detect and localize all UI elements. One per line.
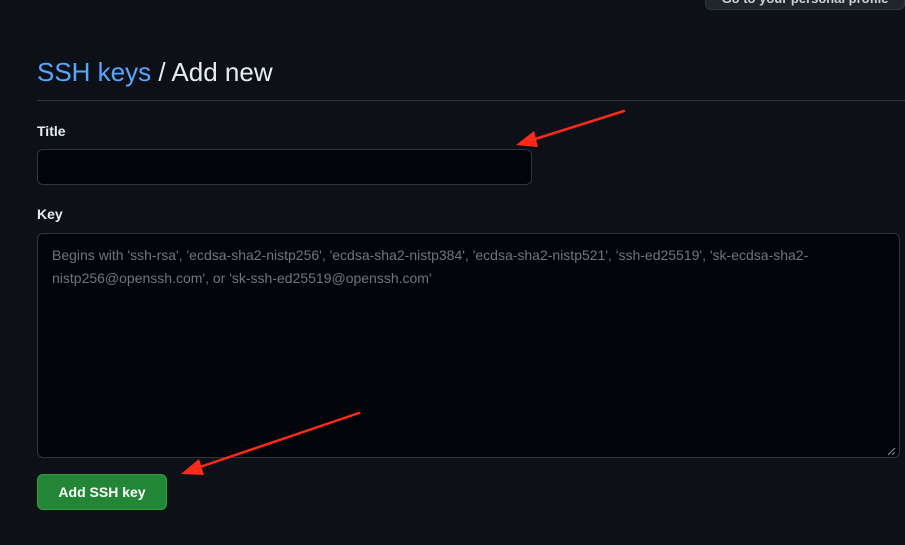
page-title: SSH keys / Add new [37, 56, 273, 88]
personal-profile-button[interactable]: Go to your personal profile [705, 0, 905, 10]
title-label: Title [37, 123, 66, 139]
resize-grip-icon[interactable] [886, 446, 896, 456]
breadcrumb-current: Add new [171, 57, 273, 87]
add-ssh-key-page: Go to your personal profile SSH keys / A… [0, 0, 905, 545]
header-divider [37, 100, 905, 101]
key-label: Key [37, 206, 63, 222]
breadcrumb-ssh-keys-link[interactable]: SSH keys [37, 57, 151, 87]
breadcrumb-separator: / [158, 57, 166, 87]
add-ssh-key-button[interactable]: Add SSH key [37, 474, 167, 510]
arrow-to-title-input-icon [516, 109, 626, 147]
key-textarea[interactable] [37, 233, 900, 458]
title-input[interactable] [37, 149, 532, 185]
